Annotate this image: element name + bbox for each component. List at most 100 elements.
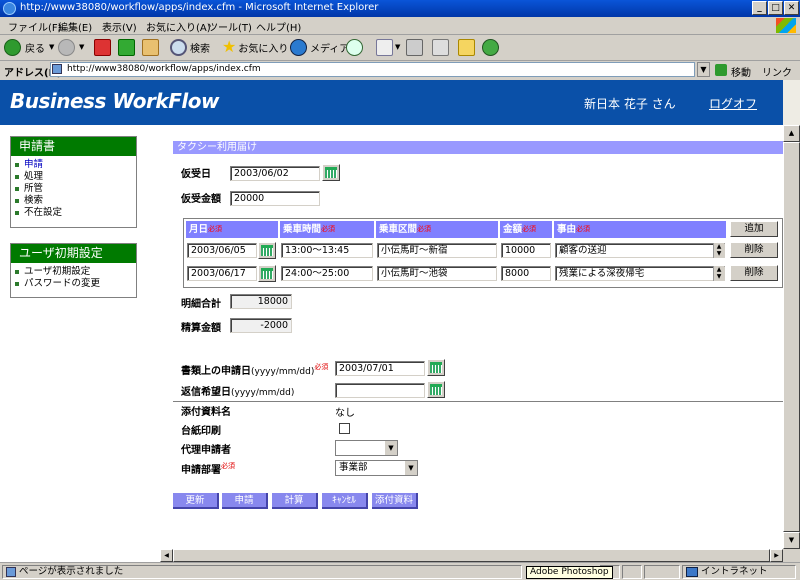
row-route-input[interactable]: 小伝馬町～池袋 — [377, 266, 497, 281]
address-input[interactable]: http://www38080/workflow/apps/index.cfm — [50, 62, 695, 77]
row-reason-input[interactable]: 顧客の送迎 — [555, 243, 725, 258]
home-button[interactable] — [142, 38, 159, 56]
maximize-button[interactable]: □ — [768, 1, 783, 15]
row-reason-input[interactable]: 残業による深夜帰宅 — [555, 266, 725, 281]
calculate-button[interactable]: 計算 — [272, 493, 318, 509]
calendar-icon[interactable] — [427, 359, 445, 376]
reason-spin-icon[interactable]: ▲ ▼ — [713, 266, 724, 281]
update-button[interactable]: 更新 — [173, 493, 219, 509]
back-label: 戻る — [25, 43, 45, 55]
advance-date-input[interactable]: 2003/06/02 — [230, 166, 320, 181]
media-button[interactable]: メディア — [290, 38, 349, 56]
messenger-button[interactable] — [482, 38, 499, 56]
menu-file[interactable]: ファイル(F) — [8, 19, 62, 34]
sidebar-item-process[interactable]: 処理 — [11, 171, 136, 183]
mount-print-checkbox[interactable] — [339, 423, 350, 434]
delete-row-button[interactable]: 削除 — [730, 242, 778, 258]
vertical-scroll-thumb[interactable] — [783, 142, 800, 532]
discuss-button[interactable] — [458, 38, 475, 56]
taxi-form: タクシー利用届け 仮受日 2003/06/02 仮受金額 20000 月日必須 … — [171, 137, 783, 549]
address-dropdown-button[interactable]: ▼ — [697, 62, 710, 77]
row-time-input[interactable]: 13:00～13:45 — [281, 243, 373, 258]
address-bar: アドレス(D) http://www38080/workflow/apps/in… — [0, 61, 800, 79]
sidebar-item-search[interactable]: 検索 — [11, 195, 136, 207]
calendar-icon[interactable] — [258, 265, 276, 282]
search-icon — [170, 38, 187, 56]
sidebar-item-absence[interactable]: 不在設定 — [11, 207, 136, 219]
edit-button[interactable] — [432, 38, 449, 56]
search-label: 検索 — [190, 43, 210, 55]
calendar-icon[interactable] — [322, 164, 340, 181]
proxy-label: 代理申請者 — [181, 445, 231, 456]
menu-help[interactable]: ヘルプ(H) — [256, 19, 301, 34]
settle-value: -2000 — [230, 318, 292, 333]
horizontal-scroll-thumb[interactable] — [173, 549, 770, 562]
search-button[interactable]: 検索 — [170, 38, 210, 56]
column-header-route: 乗車区間必須 — [376, 221, 498, 238]
reason-spin-icon[interactable]: ▲ ▼ — [713, 243, 724, 258]
chevron-down-icon: ▼ — [404, 461, 417, 475]
mail-button[interactable]: ▼ — [376, 38, 400, 56]
page-icon — [6, 567, 16, 577]
row-time-input[interactable]: 24:00～25:00 — [281, 266, 373, 281]
dept-select[interactable]: 事業部 ▼ — [335, 460, 418, 476]
doc-date-input[interactable]: 2003/07/01 — [335, 361, 425, 376]
horizontal-scrollbar[interactable]: ◀ ▶ — [160, 549, 783, 562]
scroll-up-icon[interactable]: ▲ — [783, 125, 800, 142]
add-row-button[interactable]: 追加 — [730, 221, 778, 237]
menu-edit[interactable]: 編集(E) — [58, 19, 92, 34]
back-button[interactable]: 戻る ▼ — [4, 38, 54, 56]
go-button[interactable]: 移動 — [731, 64, 751, 79]
app-header: Business WorkFlow 新日本 花子 さん ログオフ — [0, 80, 783, 125]
refresh-icon — [118, 38, 135, 56]
row-amount-input[interactable]: 10000 — [501, 243, 551, 258]
forward-button[interactable]: ▼ — [58, 38, 84, 56]
sidebar-applications: 申請書 申請 処理 所管 検索 不在設定 — [10, 136, 137, 228]
sidebar-item-password[interactable]: パスワードの変更 — [11, 278, 136, 290]
home-icon — [142, 38, 159, 56]
close-button[interactable]: ✕ — [784, 1, 799, 15]
advance-amount-input[interactable]: 20000 — [230, 191, 320, 206]
row-amount-input[interactable]: 8000 — [501, 266, 551, 281]
menu-tools[interactable]: ツール(T) — [208, 19, 252, 34]
user-name: 新日本 花子 さん — [584, 97, 676, 111]
apply-button[interactable]: 申請 — [222, 493, 268, 509]
advance-date-label: 仮受日 — [181, 169, 211, 180]
column-header-time: 乗車時間必須 — [280, 221, 374, 238]
detail-table: 月日必須 乗車時間必須 乗車区間必須 金額必須 事由必須 追加 2003/06/… — [183, 218, 783, 288]
stop-icon — [94, 38, 111, 56]
menu-favorites[interactable]: お気に入り(A) — [146, 19, 211, 34]
minimize-button[interactable]: _ — [752, 1, 767, 15]
sidebar-item-jurisdiction[interactable]: 所管 — [11, 183, 136, 195]
column-header-reason: 事由必須 — [554, 221, 726, 238]
scroll-down-icon[interactable]: ▼ — [783, 532, 800, 549]
delete-row-button[interactable]: 削除 — [730, 265, 778, 281]
menu-bar: ファイル(F) 編集(E) 表示(V) お気に入り(A) ツール(T) ヘルプ(… — [0, 17, 800, 35]
attachment-button[interactable]: 添付資料 — [372, 493, 418, 509]
calendar-icon[interactable] — [258, 242, 276, 259]
sidebar-applications-title: 申請書 — [11, 137, 136, 156]
vertical-scrollbar[interactable]: ▲ ▼ — [783, 125, 800, 549]
sidebar-item-user-setup[interactable]: ユーザ初期設定 — [11, 266, 136, 278]
logoff-link[interactable]: ログオフ — [709, 95, 757, 112]
proxy-select[interactable]: ▼ — [335, 440, 398, 456]
refresh-button[interactable] — [118, 38, 135, 56]
history-button[interactable] — [346, 38, 363, 56]
note-icon — [458, 38, 475, 56]
stop-button[interactable] — [94, 38, 111, 56]
reply-date-input[interactable] — [335, 383, 425, 398]
row-route-input[interactable]: 小伝馬町～新宿 — [377, 243, 497, 258]
scroll-left-icon[interactable]: ◀ — [160, 549, 173, 562]
calendar-icon[interactable] — [427, 381, 445, 398]
sidebar-item-apply[interactable]: 申請 — [11, 159, 136, 171]
favorites-button[interactable]: ★ お気に入り — [222, 38, 288, 56]
row-date-input[interactable]: 2003/06/05 — [187, 243, 257, 258]
cancel-button[interactable]: ｷｬﾝｾﾙ — [322, 493, 368, 509]
links-button[interactable]: リンク — [762, 64, 792, 79]
tooltip: Adobe Photoshop — [526, 566, 613, 579]
menu-view[interactable]: 表示(V) — [102, 19, 137, 34]
row-date-input[interactable]: 2003/06/17 — [187, 266, 257, 281]
print-button[interactable] — [406, 38, 423, 56]
scroll-right-icon[interactable]: ▶ — [770, 549, 783, 562]
sidebar-user-setup-title: ユーザ初期設定 — [11, 244, 136, 263]
